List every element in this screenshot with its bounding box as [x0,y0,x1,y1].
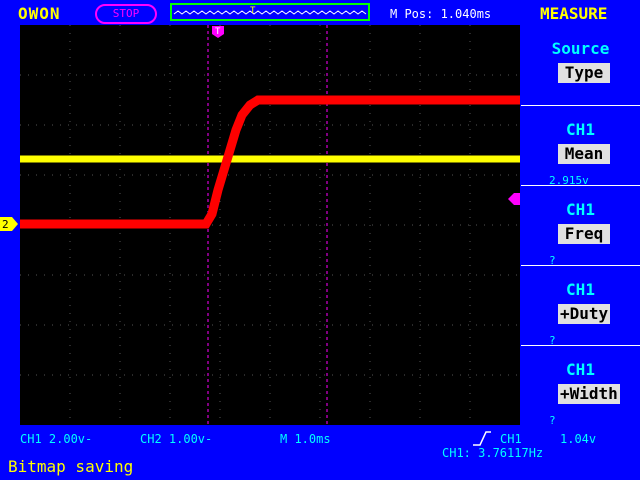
waveform-overview: T [170,3,370,21]
ch2-scale: CH2 1.00v- [140,432,213,446]
ch1-scale: CH1 2.00v- [20,432,93,446]
menu-item-duty[interactable]: CH1 +Duty ? [521,265,640,347]
timebase: M 1.0ms [280,432,331,446]
menu-item-value: Type [558,63,610,83]
menu-item-value: +Width [558,384,620,404]
grid-and-traces [20,25,520,425]
rising-edge-icon [473,431,491,446]
menu-item-title: Source [551,39,610,58]
menu-item-width[interactable]: CH1 +Width ? [521,345,640,427]
menu-item-source[interactable]: Source Type [521,25,640,105]
menu-item-mean[interactable]: CH1 Mean 2.915v [521,105,640,187]
menu-item-reading: ? [549,414,556,427]
overview-trigger-mark: T [250,6,256,16]
menu-item-title: CH1 [566,360,595,379]
menu-item-value: Mean [558,144,610,164]
m-pos-readout: M Pos: 1.040ms [390,7,492,21]
menu-item-title: CH1 [566,200,595,219]
menu-item-title: CH1 [566,120,595,139]
brand-logo: OWON [18,4,61,23]
trigger-level-icon [508,193,520,205]
measure-menu: Source Type CH1 Mean 2.915v CH1 Freq ? C… [521,25,640,427]
status-message: Bitmap saving [8,457,134,476]
trigger-level: 1.04v [560,432,597,446]
waveform-display [20,25,520,425]
run-state-badge[interactable]: STOP [95,4,157,24]
top-bar: OWON STOP T M Pos: 1.040ms MEASURE [0,0,640,24]
trigger-position-icon: T [212,26,224,38]
svg-text:2: 2 [2,218,9,231]
menu-item-title: CH1 [566,280,595,299]
menu-item-value: Freq [558,224,610,244]
svg-text:T: T [215,27,221,37]
menu-item-freq[interactable]: CH1 Freq ? [521,185,640,267]
trigger-source: CH1 [500,432,522,446]
menu-title: MEASURE [540,4,608,23]
menu-item-value: +Duty [558,304,611,324]
ch1-frequency: CH1: 3.76117Hz [442,446,544,460]
ch2-ground-marker-icon: 2 [0,217,18,231]
